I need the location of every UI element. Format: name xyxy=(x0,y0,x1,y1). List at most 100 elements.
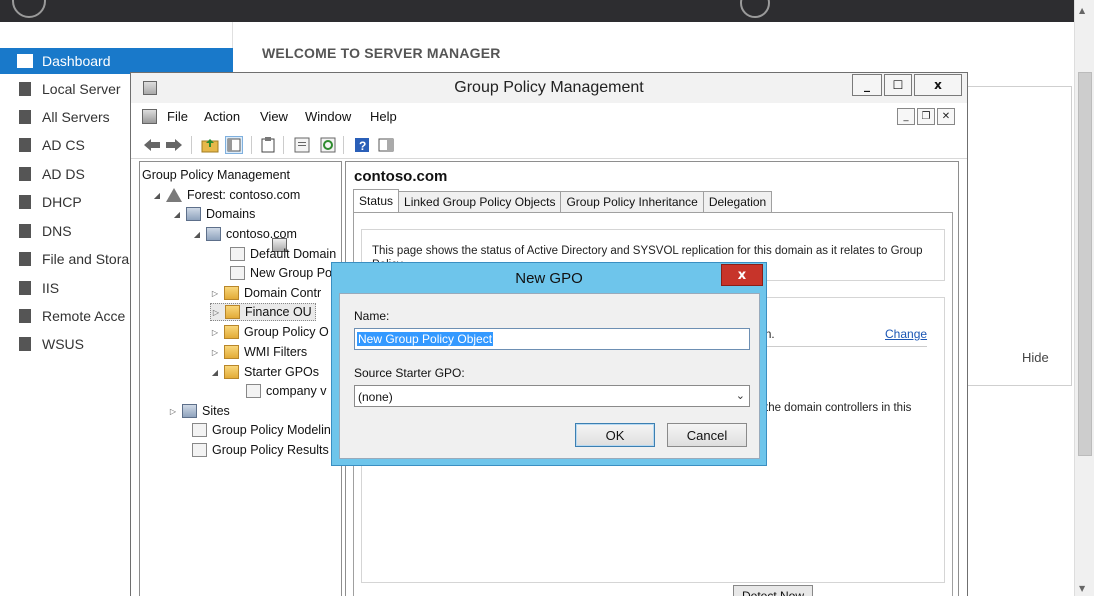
menu-file[interactable]: File xyxy=(167,109,188,124)
tree-node-domains[interactable]: ◢ Domains xyxy=(172,205,255,223)
domains-icon xyxy=(186,207,201,221)
gpo-name-value: New Group Policy Object xyxy=(357,332,494,346)
dialog-close-button[interactable]: x xyxy=(721,264,763,286)
tree-node-group-policy-results[interactable]: Group Policy Results xyxy=(178,441,329,459)
sidebar-item-label: AD DS xyxy=(42,166,85,182)
sidebar-item-label: Remote Acce xyxy=(42,308,126,324)
tree-node-new-group-po[interactable]: New Group Po xyxy=(216,264,332,282)
new-gpo-dialog: New GPO x Name: New Group Policy Object … xyxy=(331,262,767,466)
minimize-button[interactable]: _ xyxy=(852,74,882,96)
dc-text-fragment: the domain controllers in this xyxy=(765,402,912,414)
wmi-folder-icon xyxy=(224,345,239,359)
menu-help[interactable]: Help xyxy=(370,109,397,124)
collapse-arrow-icon[interactable]: ◢ xyxy=(210,368,220,377)
expand-arrow-icon[interactable]: ▷ xyxy=(211,308,221,317)
tree-node-company-v[interactable]: company v xyxy=(232,382,326,400)
collapse-arrow-icon[interactable]: ◢ xyxy=(152,191,162,200)
console-tree[interactable]: Group Policy Management ◢ Forest: contoso.… xyxy=(139,161,342,596)
tab-status[interactable]: Status xyxy=(353,189,400,213)
tree-node-group-policy-management[interactable]: Group Policy Management xyxy=(142,166,290,252)
tab-strip: Status Linked Group Policy Objects Group… xyxy=(353,189,773,213)
back-arrow-icon[interactable] xyxy=(143,136,161,154)
chevron-down-icon[interactable]: ⌄ xyxy=(736,389,745,402)
servers-icon xyxy=(16,109,34,125)
file-storage-icon xyxy=(16,251,34,267)
menu-window[interactable]: Window xyxy=(305,109,351,124)
tab-linked-gpos[interactable]: Linked Group Policy Objects xyxy=(399,191,562,213)
gpo-link-icon xyxy=(230,266,245,280)
gpo-link-icon xyxy=(230,247,245,261)
tab-delegation[interactable]: Delegation xyxy=(703,191,773,213)
change-link[interactable]: Change xyxy=(885,327,927,341)
forest-icon xyxy=(166,188,182,202)
collapse-arrow-icon[interactable]: ◢ xyxy=(172,210,182,219)
wsus-icon xyxy=(16,336,34,352)
vertical-scrollbar[interactable]: ▲ ▼ xyxy=(1074,0,1094,596)
source-starter-gpo-select[interactable]: (none) ⌄ xyxy=(354,385,750,407)
sidebar-item-label: AD CS xyxy=(42,137,85,153)
tree-node-wmi-filters[interactable]: ▷ WMI Filters xyxy=(210,343,307,361)
scroll-up-icon[interactable]: ▲ xyxy=(1079,6,1085,15)
mdi-close-button[interactable]: ✕ xyxy=(937,108,955,125)
tree-node-label: Forest: contoso.com xyxy=(187,188,301,202)
starter-folder-icon xyxy=(224,365,239,379)
ou-icon xyxy=(225,305,240,319)
up-folder-icon[interactable] xyxy=(201,136,219,154)
help-icon[interactable]: ? xyxy=(353,136,371,154)
detect-now-button[interactable]: Detect Now xyxy=(733,585,813,596)
refresh-icon[interactable] xyxy=(740,0,770,18)
sidebar-item-dashboard[interactable]: Dashboard xyxy=(0,48,233,74)
ok-button[interactable]: OK xyxy=(575,423,655,447)
welcome-heading: WELCOME TO SERVER MANAGER xyxy=(262,45,501,61)
menu-view[interactable]: View xyxy=(260,109,288,124)
tree-node-forest-contoso-com[interactable]: ◢ Forest: contoso.com xyxy=(152,186,300,204)
forward-arrow-icon[interactable] xyxy=(165,136,183,154)
toolbar-separator xyxy=(251,136,252,154)
mdi-restore-button[interactable]: ❐ xyxy=(917,108,935,125)
console-icon[interactable] xyxy=(142,109,157,124)
clipboard-icon[interactable] xyxy=(259,136,277,154)
adcs-icon xyxy=(16,137,34,153)
expand-arrow-icon[interactable]: ▷ xyxy=(210,289,220,298)
refresh-icon[interactable] xyxy=(319,136,337,154)
welcome-panel xyxy=(965,86,1072,386)
remote-access-icon xyxy=(16,308,34,324)
tree-node-group-policy-modelin[interactable]: Group Policy Modelin xyxy=(178,421,331,439)
tree-node-starter-gpos[interactable]: ◢ Starter GPOs xyxy=(210,363,319,381)
sidebar-item-label: IIS xyxy=(42,280,60,296)
hide-link[interactable]: Hide xyxy=(1022,350,1049,365)
tree-node-finance-ou[interactable]: ▷ Finance OU xyxy=(210,303,316,321)
server-icon xyxy=(16,81,34,97)
menu-action[interactable]: Action xyxy=(204,109,240,124)
show-hide-tree-icon[interactable] xyxy=(225,136,243,154)
tree-node-contoso-com[interactable]: ◢ contoso.com xyxy=(192,225,297,243)
tree-node-sites[interactable]: ▷ Sites xyxy=(168,402,230,420)
expand-arrow-icon[interactable]: ▷ xyxy=(168,407,178,416)
scroll-down-icon[interactable]: ▼ xyxy=(1079,584,1085,593)
window-titlebar[interactable]: Group Policy Management _ ☐ x xyxy=(131,73,967,103)
collapse-arrow-icon[interactable]: ◢ xyxy=(192,230,202,239)
tree-node-default-domain[interactable]: Default Domain xyxy=(216,245,336,263)
tab-gp-inheritance[interactable]: Group Policy Inheritance xyxy=(561,191,704,213)
expand-arrow-icon[interactable]: ▷ xyxy=(210,348,220,357)
expand-arrow-icon[interactable]: ▷ xyxy=(210,328,220,337)
tree-node-label: Domain Contr xyxy=(244,286,322,300)
tree-node-group-policy-o[interactable]: ▷ Group Policy O xyxy=(210,323,329,341)
toolbar-separator xyxy=(283,136,284,154)
back-button[interactable] xyxy=(12,0,46,18)
gpo-name-input[interactable]: New Group Policy Object xyxy=(354,328,750,350)
action-pane-icon[interactable] xyxy=(377,136,395,154)
mdi-minimize-button[interactable]: _ xyxy=(897,108,915,125)
close-button[interactable]: x xyxy=(914,74,962,96)
properties-icon[interactable] xyxy=(293,136,311,154)
results-icon xyxy=(192,443,207,457)
cancel-button[interactable]: Cancel xyxy=(667,423,747,447)
toolbar-separator xyxy=(191,136,192,154)
dialog-titlebar[interactable]: New GPO x xyxy=(332,263,766,293)
dialog-body: Name: New Group Policy Object Source Sta… xyxy=(339,293,760,459)
maximize-button[interactable]: ☐ xyxy=(884,74,912,96)
scrollbar-thumb[interactable] xyxy=(1078,72,1092,456)
source-starter-gpo-value: (none) xyxy=(358,390,393,404)
sidebar-item-label: DHCP xyxy=(42,194,82,210)
tree-node-domain-contr[interactable]: ▷ Domain Contr xyxy=(210,284,321,302)
